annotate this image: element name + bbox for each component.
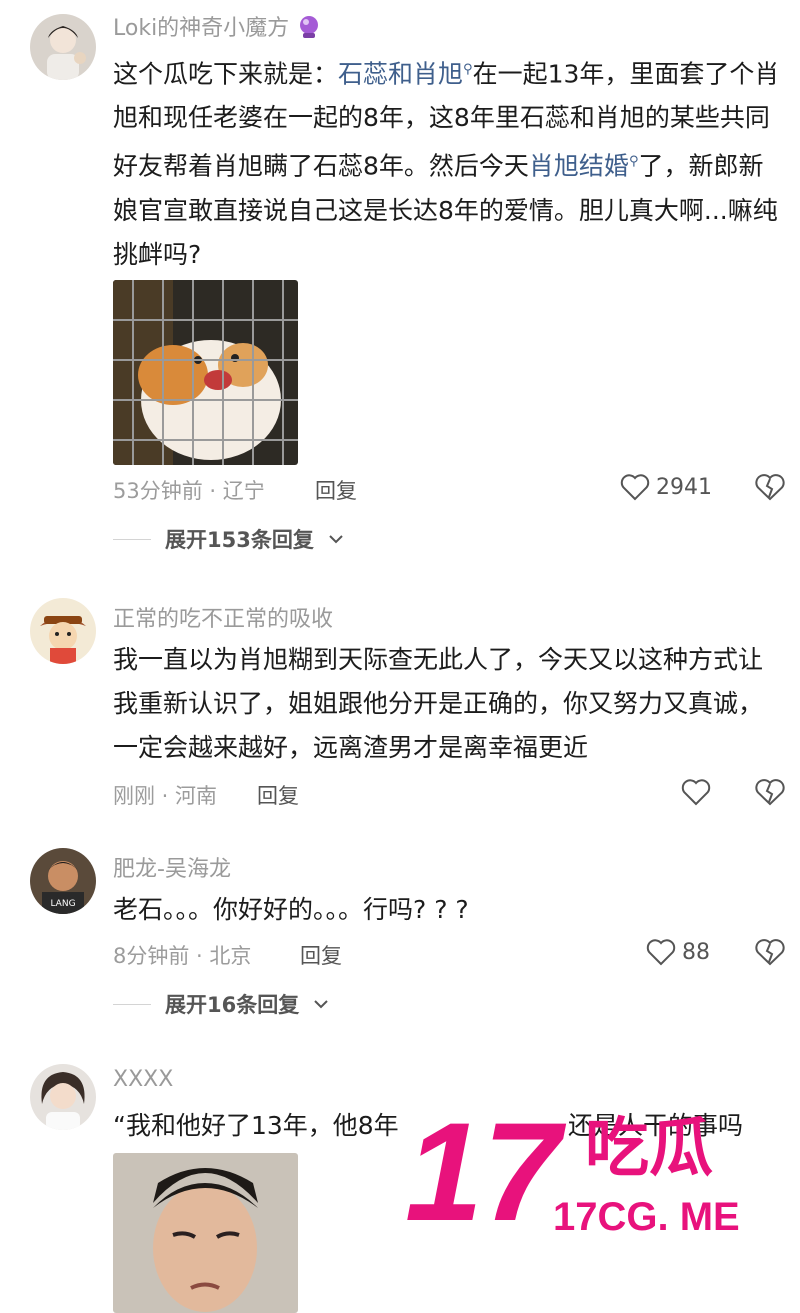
- like-button[interactable]: 88: [646, 938, 710, 966]
- dislike-button[interactable]: [754, 778, 786, 810]
- reply-button[interactable]: 回复: [315, 475, 357, 505]
- comment-time-location: 刚刚 · 河南: [113, 784, 218, 808]
- watermark-chinese: 吃瓜: [585, 1112, 713, 1186]
- broken-heart-icon: [755, 474, 785, 501]
- like-button[interactable]: [681, 778, 711, 806]
- username[interactable]: 肥龙-吴海龙: [113, 851, 231, 883]
- topic-link[interactable]: 肖旭结婚: [529, 152, 629, 181]
- avatar[interactable]: [30, 1064, 96, 1130]
- comment-time-location: 53分钟前 · 辽宁: [113, 479, 265, 503]
- username[interactable]: XXXX: [113, 1067, 173, 1092]
- username[interactable]: Loki的神奇小魔方: [113, 10, 320, 45]
- divider: [113, 1003, 151, 1005]
- comment-text: “我和他好了13年，他8年: [113, 1111, 399, 1140]
- heart-icon: [681, 779, 711, 806]
- username[interactable]: 正常的吃不正常的吸收: [113, 601, 333, 633]
- chevron-down-icon: [329, 535, 343, 544]
- comment-image-face[interactable]: [113, 1153, 298, 1313]
- dislike-button[interactable]: [754, 473, 786, 505]
- divider: [113, 538, 151, 540]
- broken-heart-icon: [755, 779, 785, 806]
- like-button[interactable]: 2941: [620, 473, 712, 501]
- avatar[interactable]: [30, 14, 96, 80]
- watermark-url: 17CG. ME: [553, 1195, 740, 1239]
- like-count: 88: [682, 939, 710, 965]
- heart-icon: [620, 474, 650, 501]
- avatar[interactable]: [30, 598, 96, 664]
- like-count: 2941: [656, 474, 712, 500]
- reply-button[interactable]: 回复: [300, 940, 342, 970]
- comment-text: 这个瓜吃下来就是：石蕊和肖旭⚲在一起13年，里面套了个肖旭和现任老婆在一起的8年…: [113, 59, 780, 269]
- broken-heart-icon: [755, 939, 785, 966]
- comment-text: 我一直以为肖旭糊到天际查无此人了，今天又以这种方式让我重新认识了，姐姐跟他分开是…: [113, 645, 764, 762]
- expand-replies-button[interactable]: 展开16条回复: [113, 989, 329, 1019]
- watermark-number: 17: [405, 1100, 567, 1240]
- crystal-ball-icon: [298, 15, 320, 45]
- comment-text: 老石。。。你好好的。。。行吗? ? ?: [113, 895, 469, 924]
- comment-image-kitten[interactable]: [113, 280, 298, 465]
- topic-link[interactable]: 石蕊和肖旭: [338, 59, 463, 88]
- heart-icon: [646, 939, 676, 966]
- comment-time-location: 8分钟前 · 北京: [113, 944, 252, 968]
- watermark-logo: 17 吃瓜 17CG. ME: [405, 1093, 775, 1250]
- dislike-button[interactable]: [754, 938, 786, 970]
- chevron-down-icon: [314, 1000, 328, 1009]
- expand-replies-button[interactable]: 展开153条回复: [113, 524, 344, 554]
- avatar-text: LANG: [50, 899, 75, 909]
- reply-button[interactable]: 回复: [257, 780, 299, 810]
- avatar[interactable]: LANG: [30, 848, 96, 914]
- search-icon: ⚲: [463, 62, 473, 77]
